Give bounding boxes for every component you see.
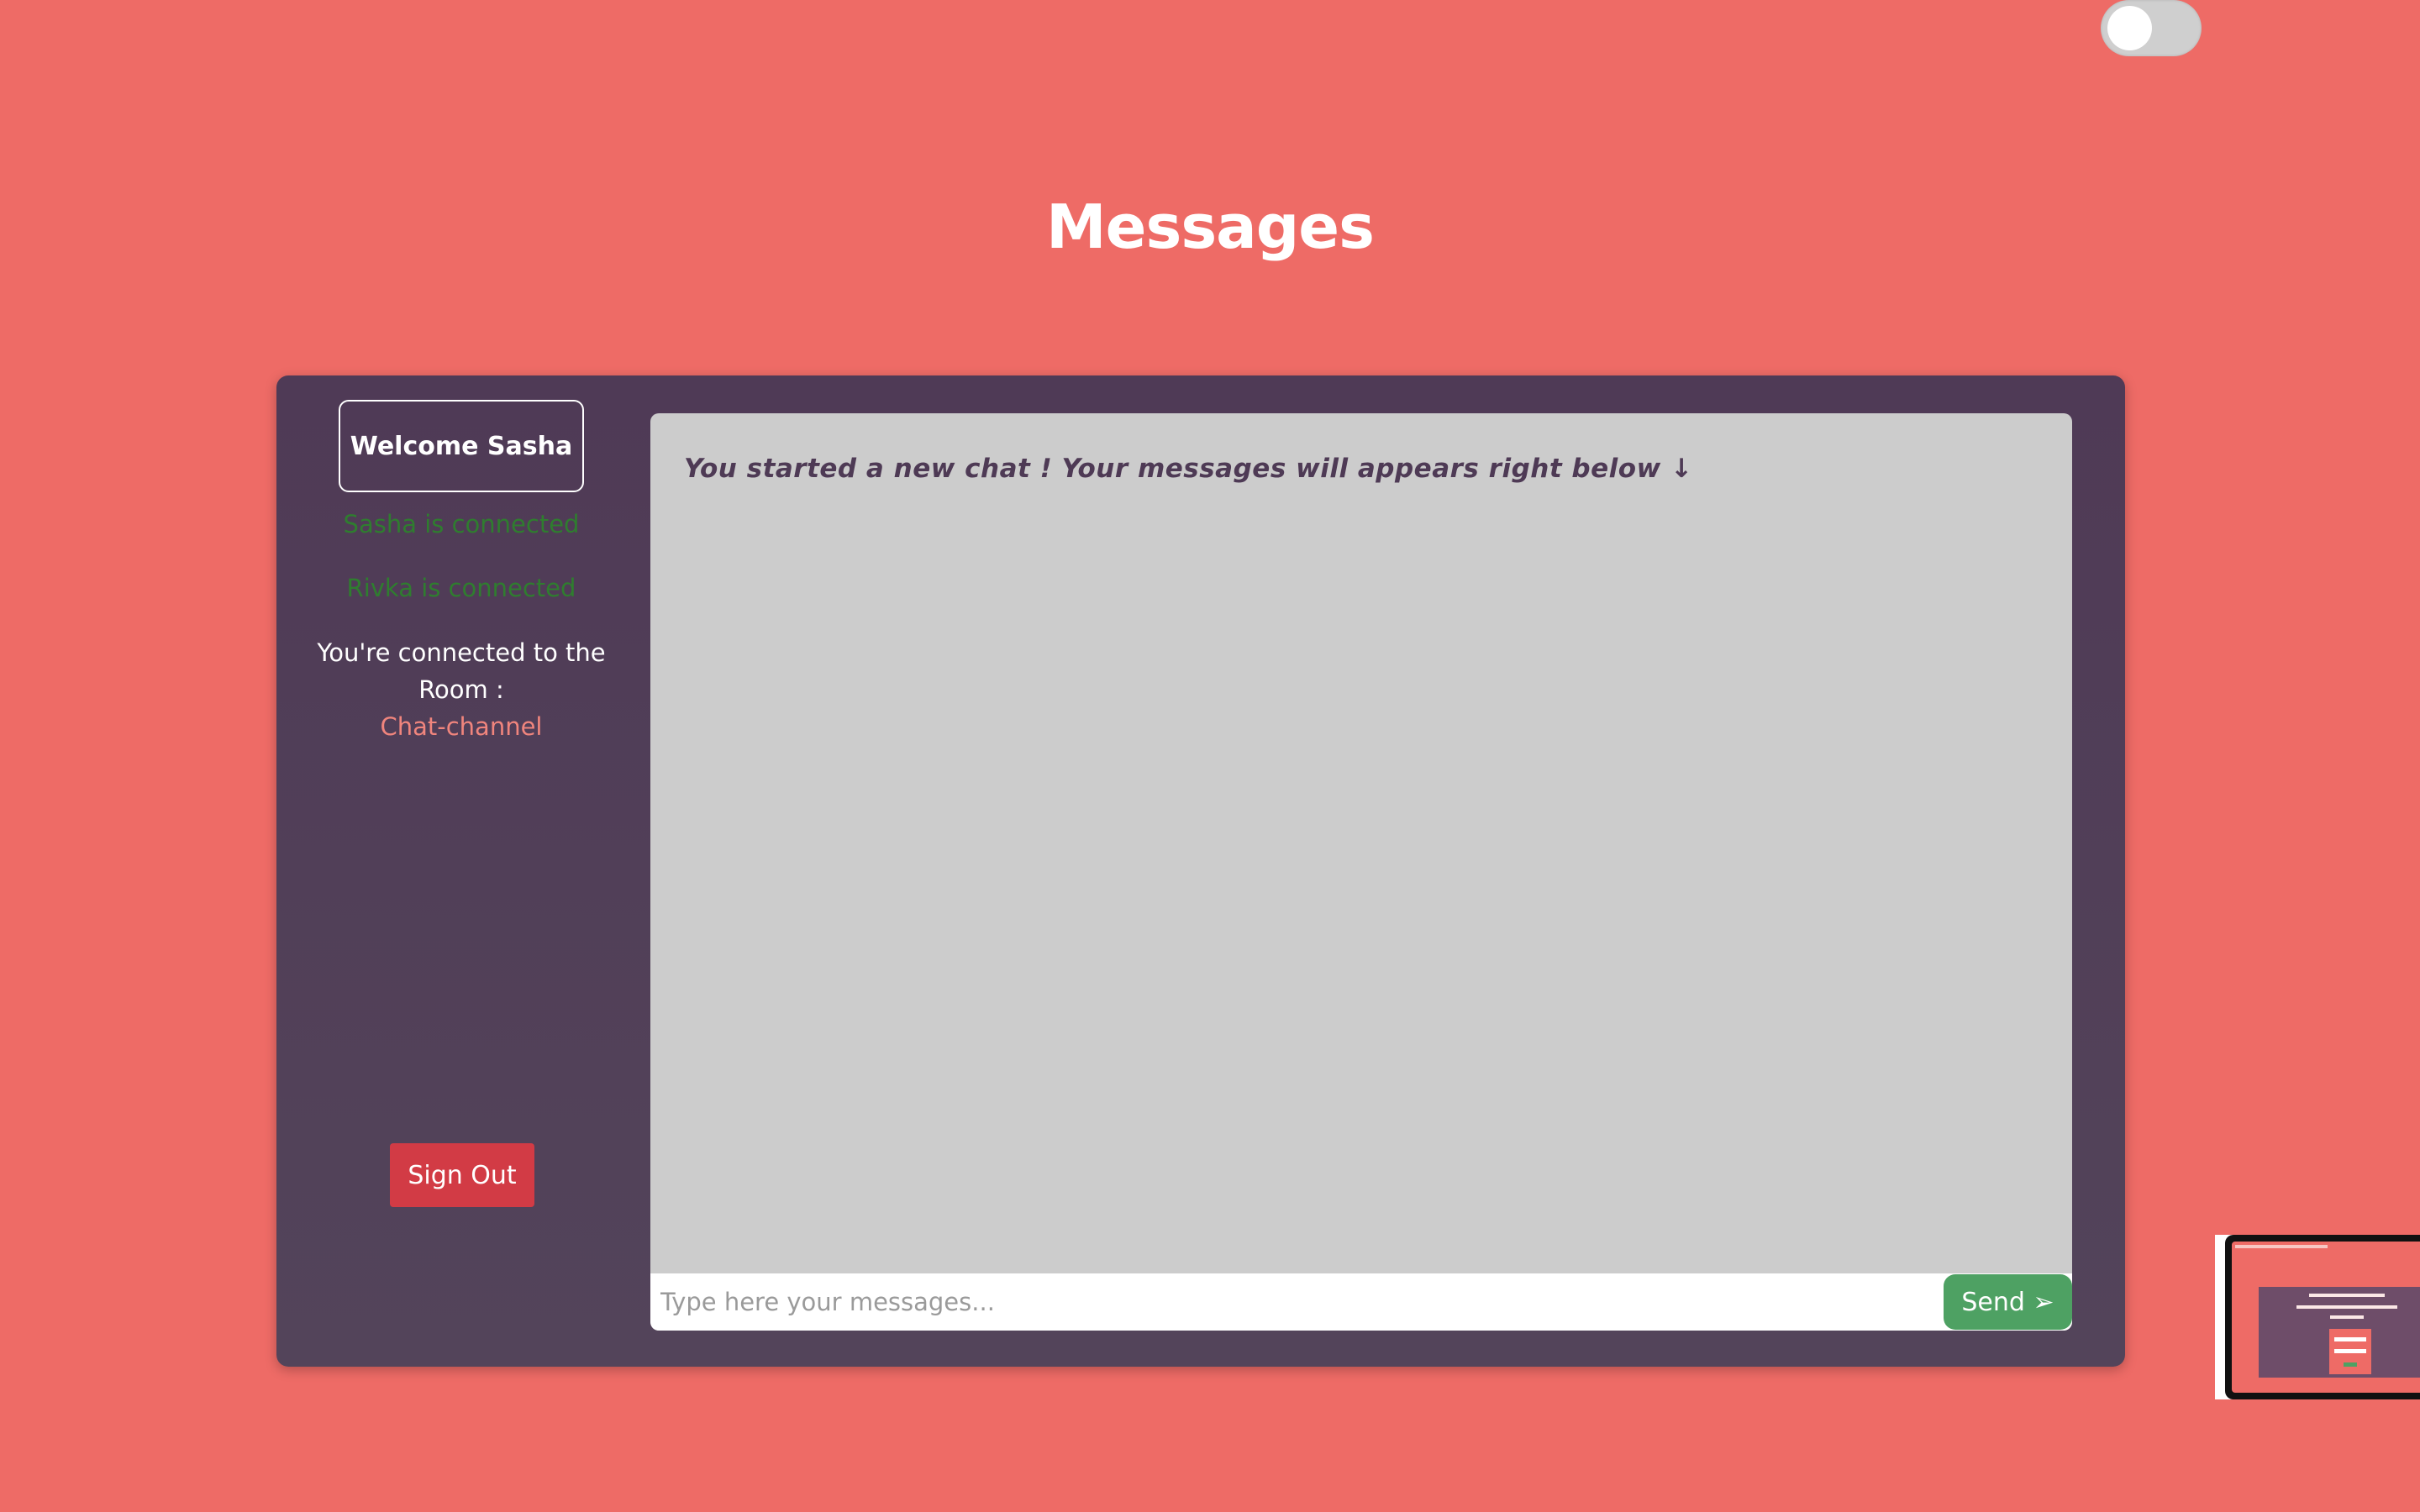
thumbnail-subtext [2296, 1305, 2397, 1309]
send-button[interactable]: Send ➢ [1944, 1274, 2072, 1330]
theme-toggle[interactable] [2101, 0, 2202, 56]
user-status-rivka: Rivka is connected [346, 574, 576, 602]
welcome-banner: Welcome Sasha [339, 400, 584, 492]
room-info: You're connected to the Room : Chat-chan… [310, 634, 613, 745]
message-composer: Send ➢ [650, 1273, 2072, 1331]
room-name: Chat-channel [380, 712, 543, 741]
thumbnail-field-1 [2334, 1337, 2366, 1341]
message-input[interactable] [650, 1273, 1936, 1331]
toggle-knob [2107, 6, 2152, 50]
thumbnail-frame [2225, 1235, 2420, 1399]
sidebar: Welcome Sasha Sasha is connected Rivka i… [276, 375, 646, 1367]
screenshot-thumbnail[interactable] [2215, 1235, 2420, 1399]
new-chat-message: You started a new chat ! Your messages w… [684, 454, 1693, 484]
thumbnail-button [2344, 1362, 2357, 1367]
thumbnail-link [2330, 1315, 2364, 1319]
sign-out-button[interactable]: Sign Out [390, 1143, 534, 1207]
messages-panel: You started a new chat ! Your messages w… [650, 413, 2072, 1331]
thumbnail-nav [2235, 1245, 2328, 1248]
room-label: You're connected to the Room : [317, 638, 606, 704]
thumbnail-card [2259, 1287, 2420, 1378]
chat-card: Welcome Sasha Sasha is connected Rivka i… [276, 375, 2125, 1367]
user-status-sasha: Sasha is connected [343, 510, 580, 538]
thumbnail-screen [2232, 1242, 2420, 1393]
page-title: Messages [1045, 192, 1375, 262]
thumbnail-form [2329, 1329, 2371, 1374]
thumbnail-heading [2309, 1294, 2385, 1297]
thumbnail-field-2 [2334, 1349, 2366, 1353]
